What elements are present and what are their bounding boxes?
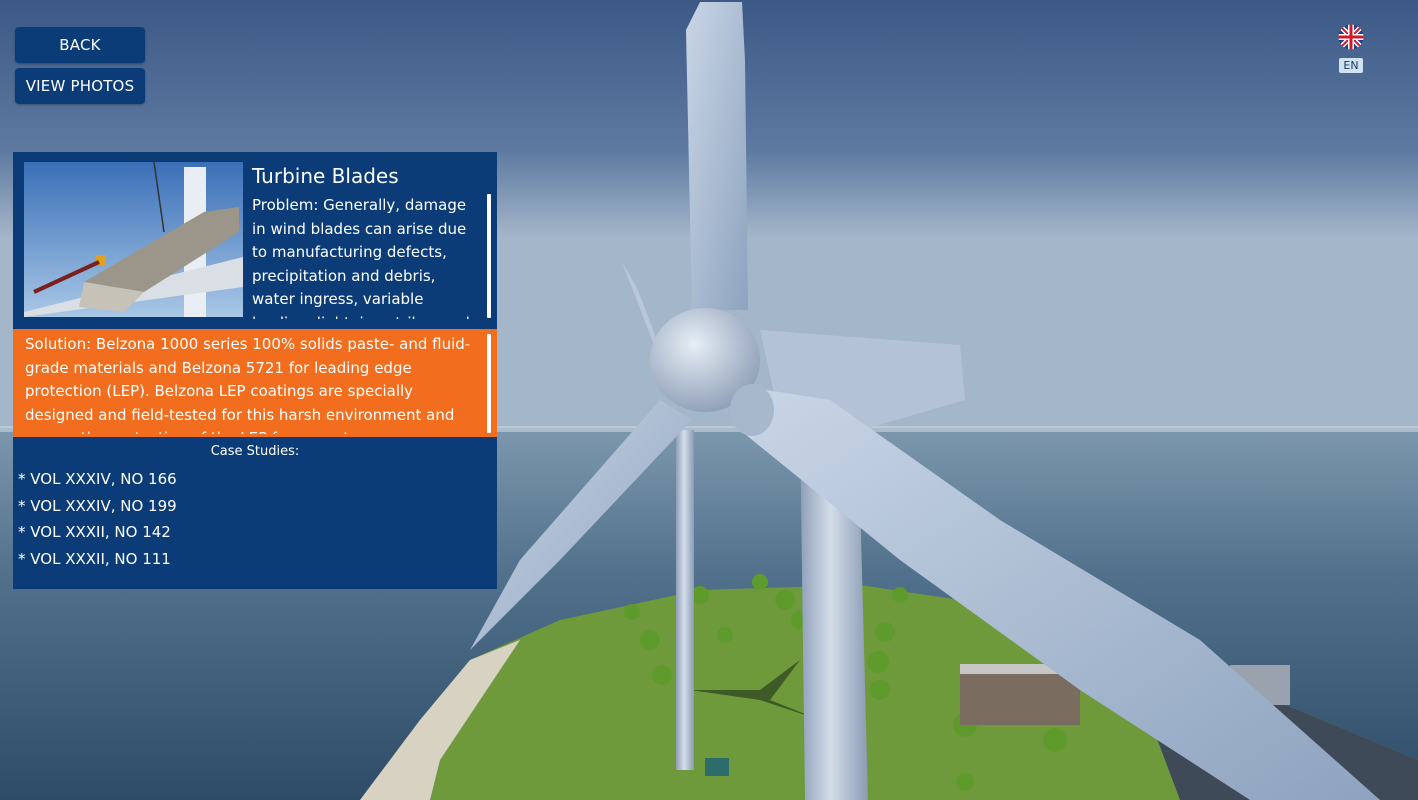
- case-study-link[interactable]: * VOL XXXIV, NO 199: [18, 493, 177, 520]
- case-study-link[interactable]: * VOL XXXIV, NO 166: [18, 466, 177, 493]
- back-button[interactable]: BACK: [15, 27, 145, 63]
- solution-box: Solution: Belzona 1000 series 100% solid…: [13, 329, 497, 437]
- case-studies-list: * VOL XXXIV, NO 166 * VOL XXXIV, NO 199 …: [18, 466, 177, 572]
- solution-text: Solution: Belzona 1000 series 100% solid…: [25, 335, 471, 434]
- uk-flag-icon[interactable]: [1338, 24, 1364, 50]
- problem-scrollbar[interactable]: [487, 194, 491, 318]
- solution-scrollbar[interactable]: [487, 334, 491, 433]
- info-panel: Turbine Blades Problem: Generally, damag…: [13, 152, 497, 589]
- case-study-link[interactable]: * VOL XXXII, NO 111: [18, 546, 177, 573]
- case-study-link[interactable]: * VOL XXXII, NO 142: [18, 519, 177, 546]
- view-photos-button[interactable]: VIEW PHOTOS: [15, 68, 145, 104]
- language-code[interactable]: EN: [1339, 58, 1363, 73]
- turbine-blade-photo[interactable]: [24, 162, 243, 317]
- case-studies-header: Case Studies:: [210, 444, 300, 459]
- panel-title: Turbine Blades: [252, 164, 399, 188]
- language-selector[interactable]: EN: [1337, 24, 1365, 73]
- problem-text: Problem: Generally, damage in wind blade…: [252, 196, 470, 319]
